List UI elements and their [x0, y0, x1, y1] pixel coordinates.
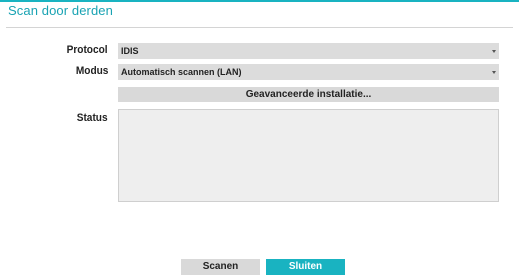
protocol-value: IDIS — [121, 46, 139, 56]
protocol-label: Protocol — [66, 44, 108, 56]
close-button[interactable]: Sluiten — [266, 259, 345, 275]
title-divider — [6, 27, 513, 28]
mode-label: Modus — [75, 65, 108, 77]
dialog-title: Scan door derden — [8, 3, 113, 18]
status-output — [118, 109, 499, 202]
mode-select[interactable]: Automatisch scannen (LAN) — [118, 64, 499, 80]
protocol-select[interactable]: IDIS — [118, 43, 499, 59]
chevron-down-icon — [492, 50, 496, 53]
chevron-down-icon — [492, 71, 496, 74]
scan-dialog: Scan door derden Protocol IDIS Modus Aut… — [0, 0, 519, 280]
status-label: Status — [77, 112, 108, 124]
mode-value: Automatisch scannen (LAN) — [121, 67, 242, 77]
scan-button[interactable]: Scanen — [181, 259, 260, 275]
advanced-setup-button[interactable]: Geavanceerde installatie... — [118, 87, 499, 102]
